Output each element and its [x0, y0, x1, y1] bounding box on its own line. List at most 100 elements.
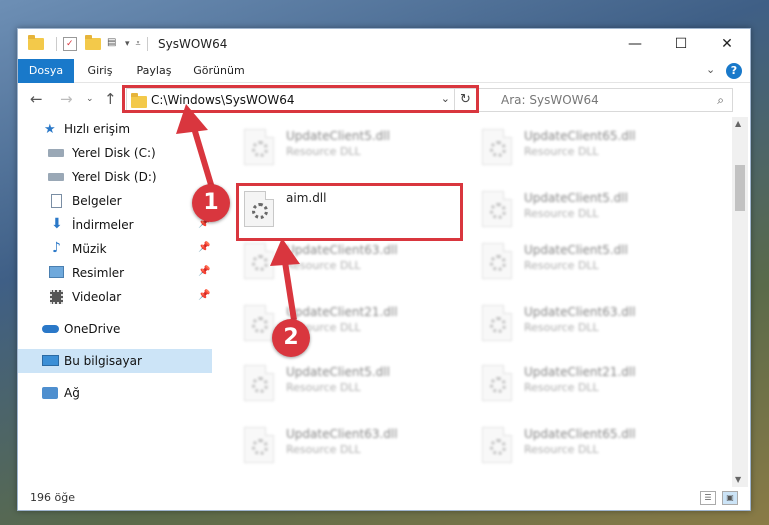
- tab-paylas[interactable]: Paylaş: [130, 59, 178, 83]
- file-type: Resource DLL: [524, 321, 599, 334]
- tab-gorunum[interactable]: Görünüm: [188, 59, 250, 83]
- file-type: Resource DLL: [286, 381, 361, 394]
- file-name: UpdateClient65.dll: [524, 427, 636, 441]
- title-bar: ✓ ▤ ▾ ⩡ SysWOW64 — ☐ ✕: [18, 29, 750, 59]
- qa-dropdown-icon[interactable]: ▾: [125, 39, 130, 49]
- dll-file-icon: [482, 191, 512, 227]
- search-input[interactable]: Ara: SysWOW64 ⌕: [476, 88, 733, 112]
- file-item[interactable]: UpdateClient65.dll Resource DLL: [474, 123, 694, 179]
- network-icon: [42, 387, 58, 399]
- recent-dropdown-icon[interactable]: ⌄: [86, 94, 94, 104]
- file-item[interactable]: UpdateClient63.dll Resource DLL: [236, 237, 456, 293]
- drive-icon: [48, 149, 64, 157]
- nav-label: Yerel Disk (D:): [72, 170, 157, 184]
- file-item[interactable]: UpdateClient63.dll Resource DLL: [474, 299, 694, 355]
- dll-file-icon: [244, 243, 274, 279]
- chevron-down-icon[interactable]: ⌄: [706, 63, 715, 76]
- nav-item-downloads[interactable]: ⬇ İndirmeler 📌: [18, 213, 212, 237]
- file-name: UpdateClient63.dll: [524, 305, 636, 319]
- status-bar: 196 öğe ☰ ▣: [18, 487, 750, 510]
- nav-item-quick-access[interactable]: ★ Hızlı erişim: [18, 117, 212, 141]
- properties-icon[interactable]: ✓: [63, 37, 77, 51]
- dll-file-icon: [482, 365, 512, 401]
- scrollbar-thumb[interactable]: [735, 165, 745, 211]
- file-type: Resource DLL: [286, 259, 361, 272]
- file-type: Resource DLL: [286, 145, 361, 158]
- file-item[interactable]: UpdateClient21.dll Resource DLL: [474, 359, 694, 415]
- file-type: Resource DLL: [524, 443, 599, 456]
- file-item[interactable]: UpdateClient65.dll Resource DLL: [474, 421, 694, 477]
- pin-icon[interactable]: 📌: [198, 242, 210, 253]
- vertical-scrollbar[interactable]: ▲ ▼: [732, 117, 748, 487]
- dll-file-icon: [482, 129, 512, 165]
- nav-item-local-disk-c[interactable]: Yerel Disk (C:): [18, 141, 212, 165]
- file-item[interactable]: UpdateClient5.dll Resource DLL: [236, 123, 456, 179]
- file-list: UpdateClient5.dll Resource DLL UpdateCli…: [214, 117, 732, 487]
- dll-file-icon: [482, 305, 512, 341]
- nav-item-this-pc[interactable]: Bu bilgisayar: [18, 349, 212, 373]
- file-name: UpdateClient5.dll: [524, 191, 628, 205]
- view-icon[interactable]: ▤: [107, 37, 121, 51]
- nav-item-onedrive[interactable]: OneDrive: [18, 317, 212, 341]
- pin-icon[interactable]: 📌: [198, 290, 210, 301]
- download-icon: ⬇: [51, 216, 63, 232]
- large-icons-view-icon[interactable]: ▣: [722, 491, 738, 505]
- nav-item-local-disk-d[interactable]: Yerel Disk (D:): [18, 165, 212, 189]
- pictures-icon: [49, 266, 64, 278]
- window-title: SysWOW64: [158, 37, 228, 51]
- search-icon: ⌕: [717, 93, 724, 107]
- nav-item-network[interactable]: Ağ: [18, 381, 212, 405]
- computer-icon: [42, 355, 59, 366]
- dll-file-icon: [244, 129, 274, 165]
- details-view-icon[interactable]: ☰: [700, 491, 716, 505]
- nav-label: Bu bilgisayar: [64, 354, 142, 368]
- divider: [56, 37, 57, 51]
- file-item[interactable]: UpdateClient5.dll Resource DLL: [474, 237, 694, 293]
- file-type: Resource DLL: [524, 259, 599, 272]
- nav-label: İndirmeler: [72, 218, 134, 232]
- help-icon[interactable]: ?: [726, 63, 742, 79]
- dll-file-icon: [244, 427, 274, 463]
- nav-item-documents[interactable]: Belgeler: [18, 189, 212, 213]
- new-folder-icon[interactable]: [85, 35, 101, 50]
- forward-arrow-icon[interactable]: →: [60, 90, 73, 108]
- minimize-button[interactable]: —: [612, 29, 658, 59]
- nav-label: Yerel Disk (C:): [72, 146, 156, 160]
- item-count: 196 öğe: [30, 491, 75, 504]
- maximize-button[interactable]: ☐: [658, 29, 704, 59]
- file-highlight-box: [236, 183, 463, 241]
- file-type: Resource DLL: [524, 145, 599, 158]
- nav-item-music[interactable]: ♪ Müzik 📌: [18, 237, 212, 261]
- close-button[interactable]: ✕: [704, 29, 750, 59]
- customize-icon[interactable]: ⩡: [136, 39, 141, 49]
- file-item[interactable]: UpdateClient5.dll Resource DLL: [236, 359, 456, 415]
- file-type: Resource DLL: [286, 443, 361, 456]
- tab-giris[interactable]: Giriş: [78, 59, 122, 83]
- dll-file-icon: [244, 365, 274, 401]
- divider: [146, 37, 148, 51]
- music-icon: ♪: [52, 240, 61, 256]
- cloud-icon: [42, 325, 59, 333]
- quick-access-toolbar: ✓ ▤ ▾ ⩡: [28, 35, 154, 53]
- nav-item-pictures[interactable]: Resimler 📌: [18, 261, 212, 285]
- scroll-up-icon[interactable]: ▲: [735, 119, 741, 128]
- step-badge-1: 1: [192, 184, 230, 222]
- up-arrow-icon[interactable]: ↑: [104, 90, 117, 108]
- pin-icon[interactable]: 📌: [198, 266, 210, 277]
- file-item[interactable]: UpdateClient5.dll Resource DLL: [474, 185, 694, 241]
- folder-icon: [28, 35, 44, 50]
- nav-label: OneDrive: [64, 322, 121, 336]
- navigation-pane: ★ Hızlı erişim Yerel Disk (C:) Yerel Dis…: [18, 117, 212, 487]
- star-icon: ★: [44, 122, 56, 137]
- nav-label: Müzik: [72, 242, 107, 256]
- tab-dosya[interactable]: Dosya: [18, 59, 74, 83]
- file-item[interactable]: UpdateClient21.dll Resource DLL: [236, 299, 456, 355]
- file-name: UpdateClient5.dll: [286, 365, 390, 379]
- file-name: UpdateClient21.dll: [524, 365, 636, 379]
- scroll-down-icon[interactable]: ▼: [735, 475, 741, 484]
- back-arrow-icon[interactable]: ←: [30, 90, 43, 108]
- nav-item-videos[interactable]: Videolar 📌: [18, 285, 212, 309]
- file-item[interactable]: UpdateClient63.dll Resource DLL: [236, 421, 456, 477]
- dll-file-icon: [482, 427, 512, 463]
- file-name: UpdateClient21.dll: [286, 305, 398, 319]
